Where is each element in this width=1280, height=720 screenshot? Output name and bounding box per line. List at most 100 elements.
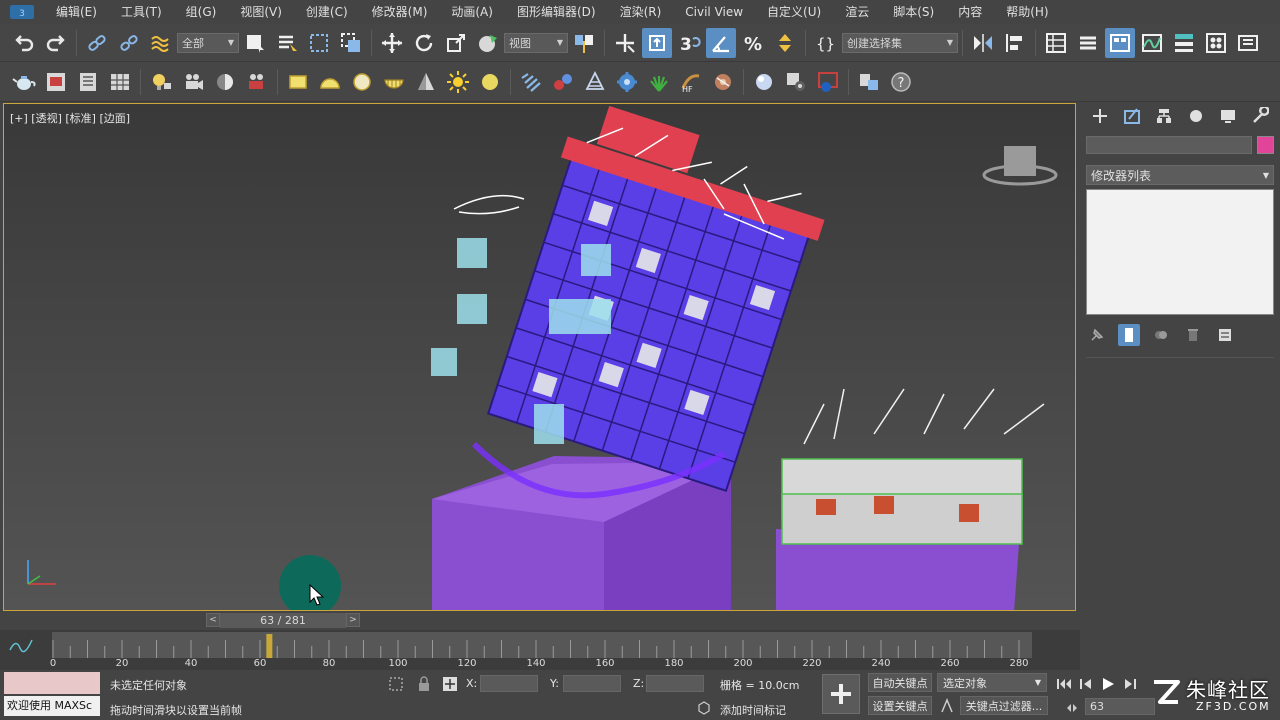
material-editor-icon[interactable] xyxy=(1201,28,1231,58)
material-sphere-icon[interactable] xyxy=(749,67,779,97)
key-mode-icon[interactable] xyxy=(940,698,956,714)
link-icon[interactable] xyxy=(82,28,112,58)
render-setup-icon[interactable] xyxy=(1233,28,1263,58)
menu-content[interactable]: 内容 xyxy=(946,0,994,24)
teapot-icon[interactable] xyxy=(9,67,39,97)
window-crossing-icon[interactable] xyxy=(336,28,366,58)
perspective-viewport[interactable]: [+] [透视] [标准] [边面] xyxy=(3,103,1076,611)
time-slider-next-button[interactable]: > xyxy=(346,613,360,627)
pin-stack-icon[interactable] xyxy=(1086,324,1108,346)
redo-icon[interactable] xyxy=(41,28,71,58)
go-to-start-icon[interactable] xyxy=(1056,676,1072,692)
hair-icon[interactable]: HF xyxy=(676,67,706,97)
menu-tools[interactable]: 工具(T) xyxy=(109,0,174,24)
angle-snap-icon[interactable] xyxy=(706,27,736,58)
select-by-name-icon[interactable] xyxy=(272,28,302,58)
select-object-icon[interactable] xyxy=(240,28,270,58)
key-filters-button[interactable]: 关键点过滤器... xyxy=(960,696,1048,715)
menu-group[interactable]: 组(G) xyxy=(174,0,229,24)
curve-editor-icon[interactable] xyxy=(1137,28,1167,58)
scene-explorer-icon[interactable] xyxy=(1041,28,1071,58)
snap-3d-icon[interactable]: 3 xyxy=(674,28,704,58)
current-frame-marker[interactable] xyxy=(266,634,273,658)
molecule-icon[interactable] xyxy=(548,67,578,97)
keyboard-shortcut-icon[interactable] xyxy=(642,27,672,58)
menu-cloud-render[interactable]: 渲云 xyxy=(833,0,881,24)
y-coordinate-field[interactable] xyxy=(563,675,621,692)
camera-icon[interactable] xyxy=(178,67,208,97)
sphere-half-icon[interactable] xyxy=(210,67,240,97)
show-end-result-icon[interactable] xyxy=(1118,324,1140,346)
cone-icon[interactable] xyxy=(411,67,441,97)
isolate-selection-icon[interactable] xyxy=(388,676,404,692)
set-key-button[interactable]: 设置关键点 xyxy=(868,696,932,715)
x-coordinate-field[interactable] xyxy=(480,675,538,692)
frame-spinner-icon[interactable] xyxy=(1064,700,1080,716)
motion-tab-icon[interactable] xyxy=(1180,103,1212,129)
schematic-view-icon[interactable] xyxy=(1169,28,1199,58)
selected-object-dropdown[interactable]: 选定对象 ▼ xyxy=(937,673,1047,692)
mirror-icon[interactable] xyxy=(968,28,998,58)
plane-icon[interactable] xyxy=(580,67,610,97)
delete-modifier-icon[interactable] xyxy=(1182,324,1204,346)
grass-icon[interactable] xyxy=(644,67,674,97)
object-color-swatch[interactable] xyxy=(1257,136,1274,154)
menu-create[interactable]: 创建(C) xyxy=(294,0,360,24)
unlink-icon[interactable] xyxy=(114,28,144,58)
named-selection-dropdown[interactable]: 创建选择集 ▼ xyxy=(842,32,958,53)
time-slider-thumb[interactable]: 63 / 281 xyxy=(220,613,346,628)
maxscript-mini-listener[interactable]: 欢迎使用 MAXSc xyxy=(4,696,100,716)
teapot-render-icon[interactable] xyxy=(813,67,843,97)
z-coordinate-field[interactable] xyxy=(646,675,704,692)
modifier-list-dropdown[interactable]: 修改器列表 ▼ xyxy=(1086,165,1274,185)
hierarchy-tab-icon[interactable] xyxy=(1148,103,1180,129)
align-icon[interactable] xyxy=(1000,28,1030,58)
current-frame-field[interactable]: 63 xyxy=(1085,698,1155,715)
menu-edit[interactable]: 编辑(E) xyxy=(44,0,109,24)
utilities-tab-icon[interactable] xyxy=(1244,103,1276,129)
set-keys-icon[interactable] xyxy=(822,674,860,714)
circle-icon[interactable] xyxy=(347,67,377,97)
play-icon[interactable] xyxy=(1100,676,1116,692)
menu-views[interactable]: 视图(V) xyxy=(228,0,294,24)
move-icon[interactable] xyxy=(377,28,407,58)
sun-icon[interactable] xyxy=(443,67,473,97)
rect-selection-icon[interactable] xyxy=(304,28,334,58)
rotate-icon[interactable] xyxy=(409,28,439,58)
render-setup-small-icon[interactable] xyxy=(781,67,811,97)
object-name-field[interactable] xyxy=(1086,136,1252,154)
disc-icon[interactable] xyxy=(475,67,505,97)
film-camera-icon[interactable] xyxy=(242,67,272,97)
place-icon[interactable] xyxy=(473,28,503,58)
layers-icon[interactable] xyxy=(854,67,884,97)
render-frame-icon[interactable] xyxy=(41,67,71,97)
menu-rendering[interactable]: 渲染(R) xyxy=(608,0,674,24)
menu-animation[interactable]: 动画(A) xyxy=(439,0,505,24)
absolute-mode-icon[interactable] xyxy=(442,676,458,692)
next-frame-icon[interactable] xyxy=(1122,676,1138,692)
maxscript-listener[interactable] xyxy=(4,672,100,694)
light-bulb-icon[interactable] xyxy=(146,67,176,97)
add-time-tag-text[interactable]: 添加时间标记 xyxy=(720,702,786,718)
auto-key-button[interactable]: 自动关键点 xyxy=(868,673,932,692)
menu-civil-view[interactable]: Civil View xyxy=(673,0,755,24)
modifier-stack-list[interactable] xyxy=(1086,189,1274,315)
edit-named-selection-icon[interactable]: {} xyxy=(811,28,841,58)
previous-frame-icon[interactable] xyxy=(1078,676,1094,692)
ribbon-toggle-icon[interactable] xyxy=(1105,27,1135,58)
scale-icon[interactable] xyxy=(441,28,471,58)
curve-editor-mini-icon[interactable] xyxy=(8,636,34,656)
help-icon[interactable]: ? xyxy=(886,67,916,97)
percent-snap-icon[interactable]: % xyxy=(738,28,768,58)
menu-scripting[interactable]: 脚本(S) xyxy=(881,0,946,24)
trackbar[interactable]: 0 20 40 60 80 100 120 140 160 180 200 220 240 260 280 xyxy=(0,630,1080,670)
menu-customize[interactable]: 自定义(U) xyxy=(755,0,833,24)
list-icon[interactable] xyxy=(73,67,103,97)
tape-icon[interactable] xyxy=(708,67,738,97)
menu-help[interactable]: 帮助(H) xyxy=(994,0,1060,24)
undo-icon[interactable] xyxy=(9,28,39,58)
frame-ruler[interactable] xyxy=(52,632,1032,658)
menu-modifiers[interactable]: 修改器(M) xyxy=(360,0,440,24)
gear-sphere-icon[interactable] xyxy=(612,67,642,97)
panel-divider[interactable] xyxy=(1086,357,1274,365)
